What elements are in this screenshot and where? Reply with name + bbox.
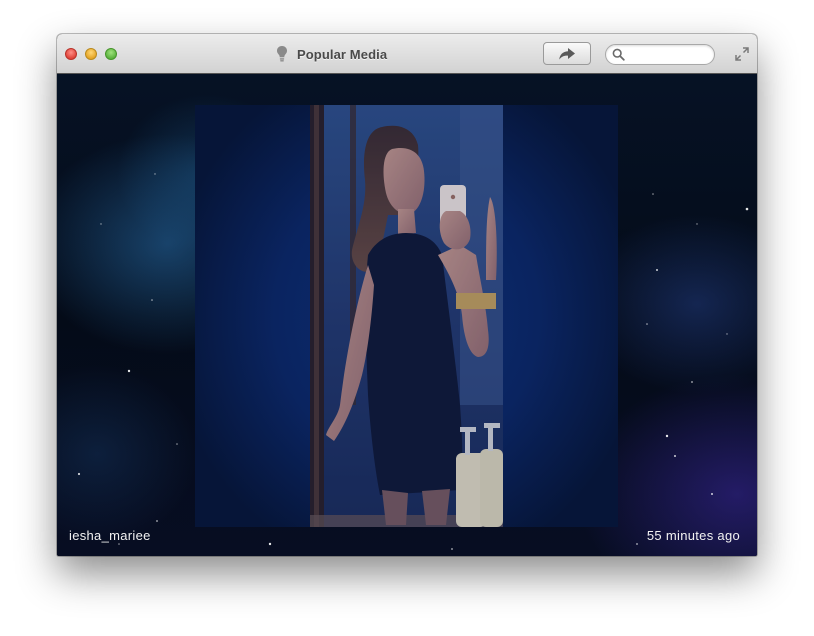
window-title: Popular Media: [297, 46, 388, 62]
timestamp-label: 55 minutes ago: [646, 528, 740, 543]
search-icon: [612, 48, 625, 61]
zoom-window-button[interactable]: [105, 48, 117, 60]
share-arrow-icon: [559, 47, 575, 60]
search-field[interactable]: [605, 44, 715, 65]
username-label[interactable]: iesha_mariee: [69, 528, 151, 543]
minimize-window-button[interactable]: [85, 48, 97, 60]
photo-image[interactable]: [310, 105, 503, 527]
share-button[interactable]: [543, 42, 591, 65]
media-viewer: iesha_mariee 55 minutes ago: [57, 74, 757, 556]
title-bar[interactable]: Popular Media: [57, 34, 757, 74]
close-window-button[interactable]: [65, 48, 77, 60]
search-input[interactable]: [628, 46, 710, 63]
window-title-group: Popular Media: [276, 45, 387, 63]
app-window: Popular Media iesha_mariee 55 minutes ag…: [57, 34, 757, 556]
fullscreen-icon[interactable]: [734, 46, 750, 62]
media-frame: [195, 105, 618, 527]
lightbulb-icon: [277, 46, 287, 62]
